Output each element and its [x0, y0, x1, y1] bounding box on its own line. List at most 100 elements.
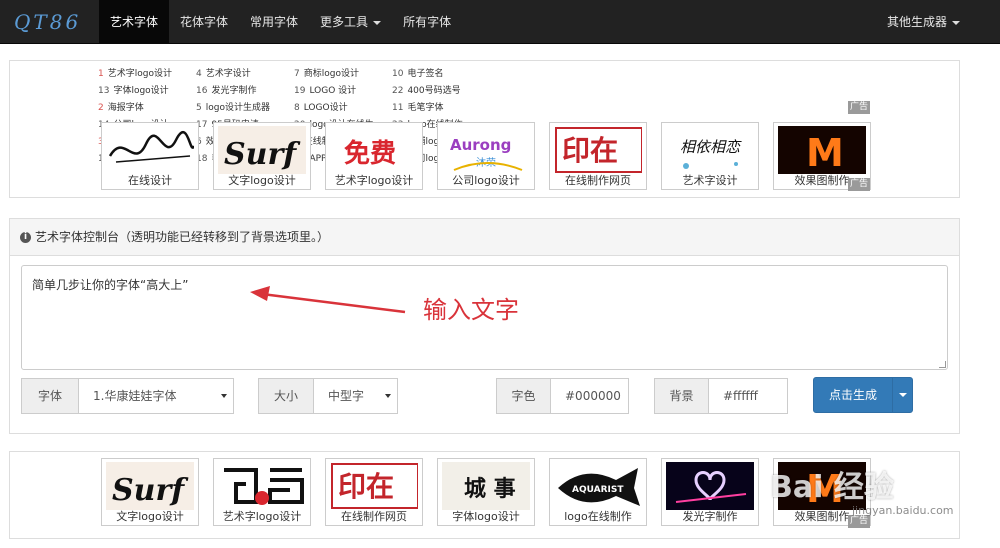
link-item[interactable]: 8 LOGO设计 — [294, 100, 392, 116]
main-nav: 艺术字体 花体字体 常用字体 更多工具 所有字体 — [99, 0, 462, 44]
link-text: 字体logo设计 — [113, 86, 169, 96]
thumbnail-caption: 艺术字logo设计 — [334, 174, 414, 187]
thumbnail-card[interactable]: 印在 在线制作网页 — [549, 122, 647, 190]
thumbnail-card[interactable]: Surf 文字logo设计 — [101, 458, 199, 526]
link-text: logo设计生成器 — [205, 103, 270, 113]
ad-badge: 广告 — [848, 101, 871, 114]
svg-text:印在: 印在 — [338, 470, 394, 503]
annotation-arrow — [250, 286, 406, 314]
thumbnail-caption: 发光字制作 — [682, 510, 738, 523]
svg-text:免费: 免费 — [344, 138, 396, 169]
thumbnail-caption: 字体logo设计 — [452, 510, 520, 523]
font-select[interactable]: 1.华康娃娃字体 — [79, 378, 234, 414]
thumbnail-caption: logo在线制作 — [564, 510, 632, 523]
font-label: 字体 — [21, 378, 79, 414]
background-label: 背景 — [654, 378, 709, 414]
top-thumbnail-row: 在线设计 Surf 文字logo设计 免费 艺术字logo设计 Aurong 沐荣 公司log… — [101, 122, 871, 190]
thumbnail-image: Aurong 沐荣 — [442, 126, 530, 174]
link-text: LOGO 设计 — [309, 86, 357, 96]
thumbnail-card[interactable]: 发光字制作 — [661, 458, 759, 526]
thumbnail-caption: 在线设计 — [128, 174, 172, 187]
control-panel-header: i 艺术字体控制台（透明功能已经转移到了背景选项里。） — [10, 219, 959, 256]
link-text: 商标logo设计 — [303, 69, 359, 79]
thumbnail-card[interactable]: Surf 文字logo设计 — [213, 122, 311, 190]
chevron-down-icon — [373, 20, 382, 25]
link-text: 艺术字logo设计 — [107, 69, 172, 79]
link-number: 4 — [196, 69, 202, 79]
link-item[interactable]: 10 电子签名 — [392, 66, 490, 82]
nav-more-tools[interactable]: 更多工具 — [309, 0, 392, 44]
thumbnail-image: 相依相恋 — [666, 126, 754, 174]
svg-text:Aurong: Aurong — [450, 136, 511, 154]
thumbnail-image: Surf — [218, 126, 306, 174]
chevron-down-icon — [221, 394, 227, 398]
svg-text:印在: 印在 — [562, 134, 618, 167]
thumbnail-image — [106, 126, 194, 174]
link-number: 2 — [98, 103, 104, 113]
color-label: 字色 — [496, 378, 551, 414]
link-number: 16 — [196, 86, 208, 96]
nav-fancy-fonts[interactable]: 花体字体 — [169, 0, 239, 44]
svg-text:相依相恋: 相依相恋 — [680, 138, 742, 156]
svg-text:Surf: Surf — [224, 137, 301, 172]
thumbnail-card[interactable]: 相依相恋 艺术字设计 — [661, 122, 759, 190]
link-number: 11 — [392, 103, 404, 113]
ad-badge: 广告 — [848, 178, 871, 191]
size-select-group: 大小 中型字 — [258, 378, 398, 414]
thumbnail-image: 印在 — [330, 462, 418, 510]
background-input[interactable]: #ffffff — [709, 378, 788, 414]
thumbnail-card[interactable]: 艺术字logo设计 — [213, 458, 311, 526]
thumbnail-caption: 文字logo设计 — [228, 174, 296, 187]
thumbnail-card[interactable]: Aurong 沐荣 公司logo设计 — [437, 122, 535, 190]
thumbnail-card[interactable]: 城 事字体logo设计 — [437, 458, 535, 526]
info-icon: i — [20, 232, 31, 243]
bottom-thumbnail-row: Surf 文字logo设计 艺术字logo设计 印在 在线制作网页城 事字体logo设计… — [101, 458, 871, 526]
link-item[interactable]: 16 发光字制作 — [196, 83, 294, 99]
link-number: 7 — [294, 69, 300, 79]
link-text: 毛笔字体 — [407, 103, 444, 113]
generate-button[interactable]: 点击生成 — [813, 377, 913, 413]
nav-all-fonts[interactable]: 所有字体 — [392, 0, 462, 44]
baidu-watermark: Bai 经验 — [770, 470, 894, 505]
thumbnail-card[interactable]: AQUARIST logo在线制作 — [549, 458, 647, 526]
thumbnail-caption: 公司logo设计 — [452, 174, 520, 187]
link-text: 发光字制作 — [211, 86, 257, 96]
link-number: 22 — [392, 86, 404, 96]
thumbnail-image: 城 事 — [442, 462, 530, 510]
link-item[interactable]: 13 字体logo设计 — [98, 83, 196, 99]
thumbnail-caption: 艺术字设计 — [682, 174, 738, 187]
thumbnail-card[interactable]: 在线设计 — [101, 122, 199, 190]
nav-common-fonts[interactable]: 常用字体 — [239, 0, 309, 44]
link-item[interactable]: 2 海报字体 — [98, 100, 196, 116]
nav-art-fonts[interactable]: 艺术字体 — [99, 0, 170, 44]
size-label: 大小 — [258, 378, 314, 414]
thumbnail-image: Surf — [106, 462, 194, 510]
color-group: 字色 #000000 — [496, 378, 629, 414]
thumbnail-caption: 在线制作网页 — [565, 174, 631, 187]
link-text: 艺术字设计 — [205, 69, 251, 79]
resize-handle[interactable] — [939, 361, 946, 368]
link-item[interactable]: 4 艺术字设计 — [196, 66, 294, 82]
svg-text:Surf: Surf — [112, 473, 189, 508]
thumbnail-image: 印在 — [554, 126, 642, 174]
color-input[interactable]: #000000 — [551, 378, 629, 414]
thumbnail-caption: 文字logo设计 — [116, 510, 184, 523]
thumbnail-card[interactable]: 免费艺术字logo设计 — [325, 122, 423, 190]
link-item[interactable]: 11 毛笔字体 — [392, 100, 490, 116]
svg-text:M: M — [806, 131, 844, 174]
link-item[interactable]: 5 logo设计生成器 — [196, 100, 294, 116]
size-select[interactable]: 中型字 — [314, 378, 398, 414]
link-item[interactable]: 19 LOGO 设计 — [294, 83, 392, 99]
link-number: 8 — [294, 103, 300, 113]
svg-text:城 事: 城 事 — [464, 476, 516, 502]
nav-other-generators[interactable]: 其他生成器 — [887, 0, 960, 44]
font-select-group: 字体 1.华康娃娃字体 — [21, 378, 234, 414]
chevron-down-icon — [385, 394, 391, 398]
link-item[interactable]: 22 400号码选号 — [392, 83, 490, 99]
link-text: 电子签名 — [407, 69, 444, 79]
link-item[interactable]: 7 商标logo设计 — [294, 66, 392, 82]
link-item[interactable]: 1 艺术字logo设计 — [98, 66, 196, 82]
site-logo[interactable]: QT86 — [14, 10, 81, 34]
thumbnail-card[interactable]: 印在 在线制作网页 — [325, 458, 423, 526]
generate-dropdown-toggle[interactable] — [892, 378, 913, 412]
